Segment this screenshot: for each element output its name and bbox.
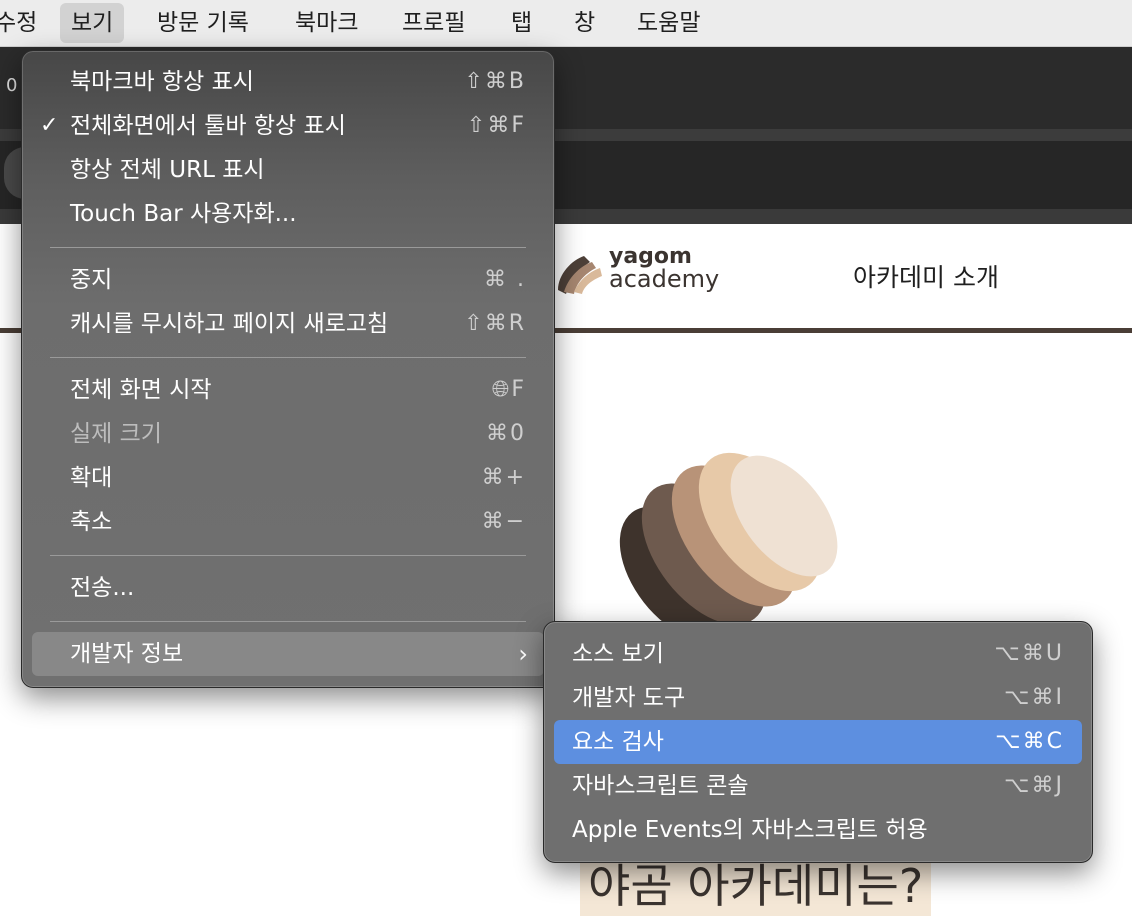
globe-shortcut-label: 🌐︎F [491,377,526,402]
menu-help[interactable]: 도움말 [626,3,711,43]
menu-item-label: 항상 전체 URL 표시 [70,157,265,183]
shortcut-label: ⌥⌘I [1004,685,1064,710]
menu-item-inspect-element[interactable]: 요소 검사 ⌥⌘C [554,720,1082,764]
site-logo[interactable]: yagom academy [609,246,720,293]
menu-profile[interactable]: 프로필 [391,3,476,43]
menu-item-zoom-out[interactable]: 축소 ⌘− [32,500,544,544]
menu-bookmarks[interactable]: 북마크 [284,3,369,43]
menu-item-share[interactable]: 전송... [32,566,544,610]
shortcut-label: ⇧⌘R [464,311,526,336]
menu-item-show-bookmarks-bar[interactable]: 북마크바 항상 표시 ⇧⌘B [32,60,544,104]
nav-link-about[interactable]: 아카데미 소개 [853,258,999,294]
menu-item-label: 전체화면에서 툴바 항상 표시 [70,113,346,139]
menu-item-view-source[interactable]: 소스 보기 ⌥⌘U [554,632,1082,676]
menu-item-label: 캐시를 무시하고 페이지 새로고침 [70,311,389,337]
view-menu-dropdown: 북마크바 항상 표시 ⇧⌘B ✓ 전체화면에서 툴바 항상 표시 ⇧⌘F 항상 … [21,50,555,688]
tab-count[interactable]: 0 [6,75,17,96]
menu-item-label: 자바스크립트 콘솔 [572,773,749,799]
menu-item-allow-apple-events-js[interactable]: Apple Events의 자바스크립트 허용 [554,808,1082,852]
menu-item-label: 전체 화면 시작 [70,377,212,403]
menu-tab[interactable]: 탭 [500,3,543,43]
menu-history[interactable]: 방문 기록 [146,3,260,43]
menu-edit[interactable]: 수정 [0,3,48,43]
shortcut-label: ⌥⌘J [1004,773,1064,798]
menu-item-label: Touch Bar 사용자화... [70,201,297,227]
menu-item-show-full-url[interactable]: 항상 전체 URL 표시 [32,148,544,192]
yagom-logo-icon[interactable] [552,244,604,296]
menu-item-hard-reload[interactable]: 캐시를 무시하고 페이지 새로고침 ⇧⌘R [32,302,544,346]
shortcut-label: ⌥⌘U [994,641,1064,666]
menu-item-developer-tools[interactable]: 개발자 도구 ⌥⌘I [554,676,1082,720]
menu-item-enter-fullscreen[interactable]: 전체 화면 시작 🌐︎F [32,368,544,412]
shortcut-label: ⇧⌘F [466,113,526,138]
menu-bar: 수정 보기 방문 기록 북마크 프로필 탭 창 도움말 [0,0,1132,47]
menu-item-label: 개발자 도구 [572,685,686,711]
menu-item-label: Apple Events의 자바스크립트 허용 [572,817,928,843]
logo-line2: academy [609,265,720,293]
chevron-right-icon: › [518,640,528,668]
menu-item-label: 북마크바 항상 표시 [70,69,254,95]
menu-item-label: 전송... [70,575,135,601]
shortcut-label: ⌘0 [486,421,526,446]
hero-logo-icon [619,452,838,642]
shortcut-label: ⌘ . [484,267,526,292]
menu-item-developer[interactable]: 개발자 정보 › [32,632,544,676]
menu-separator [50,555,526,556]
shortcut-label: ⌘+ [481,465,526,490]
menu-item-zoom-in[interactable]: 확대 ⌘+ [32,456,544,500]
menu-item-label: 실제 크기 [70,421,162,447]
menu-separator [50,247,526,248]
shortcut-label: ⌥⌘C [995,729,1064,754]
menu-item-label: 축소 [70,509,113,535]
menu-view[interactable]: 보기 [60,3,125,43]
menu-item-label: 확대 [70,465,113,491]
menu-item-show-toolbar-fullscreen[interactable]: ✓ 전체화면에서 툴바 항상 표시 ⇧⌘F [32,104,544,148]
menu-item-javascript-console[interactable]: 자바스크립트 콘솔 ⌥⌘J [554,764,1082,808]
menu-item-label: 요소 검사 [572,729,664,755]
shortcut-label: ⌘− [481,509,526,534]
hero-headline: 야곰 아카데미는? [580,856,932,916]
menu-item-customize-touch-bar[interactable]: Touch Bar 사용자화... [32,192,544,236]
menu-item-label: 중지 [70,267,113,293]
menu-separator [50,357,526,358]
menu-item-actual-size: 실제 크기 ⌘0 [32,412,544,456]
menu-item-stop[interactable]: 중지 ⌘ . [32,258,544,302]
menu-window[interactable]: 창 [563,3,606,43]
developer-submenu: 소스 보기 ⌥⌘U 개발자 도구 ⌥⌘I 요소 검사 ⌥⌘C 자바스크립트 콘솔… [543,621,1093,863]
menu-item-label: 개발자 정보 [70,641,184,667]
menu-separator [50,621,526,622]
shortcut-label: ⇧⌘B [464,69,526,94]
checkmark-icon: ✓ [40,113,59,138]
menu-item-label: 소스 보기 [572,641,664,667]
